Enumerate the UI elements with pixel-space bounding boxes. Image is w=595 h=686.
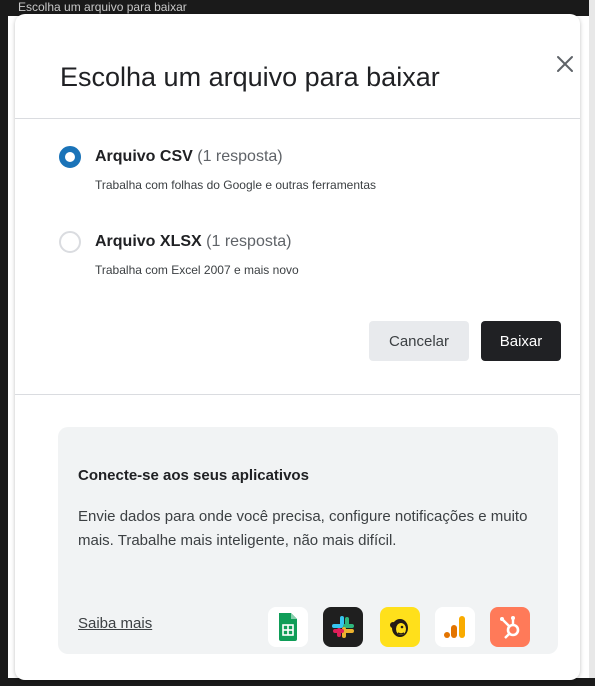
connect-apps-card: Conecte-se aos seus aplicativos Envie da… bbox=[58, 427, 558, 654]
option-xlsx[interactable]: Arquivo XLSX (1 resposta) Trabalha com E… bbox=[59, 225, 539, 285]
dialog-title: Escolha um arquivo para baixar bbox=[60, 62, 440, 92]
option-xlsx-count: (1 resposta) bbox=[206, 233, 292, 250]
mailchimp-icon[interactable] bbox=[380, 607, 420, 647]
radio-csv[interactable] bbox=[59, 146, 81, 168]
close-icon[interactable] bbox=[553, 52, 577, 76]
option-csv-count: (1 resposta) bbox=[197, 148, 283, 165]
option-xlsx-name: Arquivo XLSX bbox=[95, 233, 202, 250]
radio-xlsx[interactable] bbox=[59, 231, 81, 253]
card-text: Envie dados para onde você precisa, conf… bbox=[78, 508, 528, 549]
google-sheets-icon[interactable] bbox=[268, 607, 308, 647]
option-xlsx-title: Arquivo XLSX (1 resposta) bbox=[95, 233, 292, 251]
section-divider bbox=[15, 394, 580, 395]
card-title: Conecte-se aos seus aplicativos bbox=[78, 467, 309, 484]
cancel-button[interactable]: Cancelar bbox=[369, 321, 469, 361]
download-dialog: Escolha um arquivo para baixar Arquivo C… bbox=[15, 14, 580, 680]
google-analytics-icon[interactable] bbox=[435, 607, 475, 647]
option-xlsx-description: Trabalha com Excel 2007 e mais novo bbox=[95, 263, 299, 277]
slack-icon[interactable] bbox=[323, 607, 363, 647]
background-window-title: Escolha um arquivo para baixar bbox=[18, 0, 187, 14]
option-csv-description: Trabalha com folhas do Google e outras f… bbox=[95, 178, 377, 192]
background-window-edge-right bbox=[589, 0, 595, 686]
option-csv-name: Arquivo CSV bbox=[95, 148, 193, 165]
background-window-edge bbox=[0, 0, 8, 686]
download-button[interactable]: Baixar bbox=[481, 321, 561, 361]
hubspot-icon[interactable] bbox=[490, 607, 530, 647]
learn-more-link[interactable]: Saiba mais bbox=[78, 615, 152, 632]
option-csv[interactable]: Arquivo CSV (1 resposta) Trabalha com fo… bbox=[59, 140, 539, 200]
header-divider bbox=[15, 118, 580, 119]
option-csv-title: Arquivo CSV (1 resposta) bbox=[95, 148, 283, 166]
